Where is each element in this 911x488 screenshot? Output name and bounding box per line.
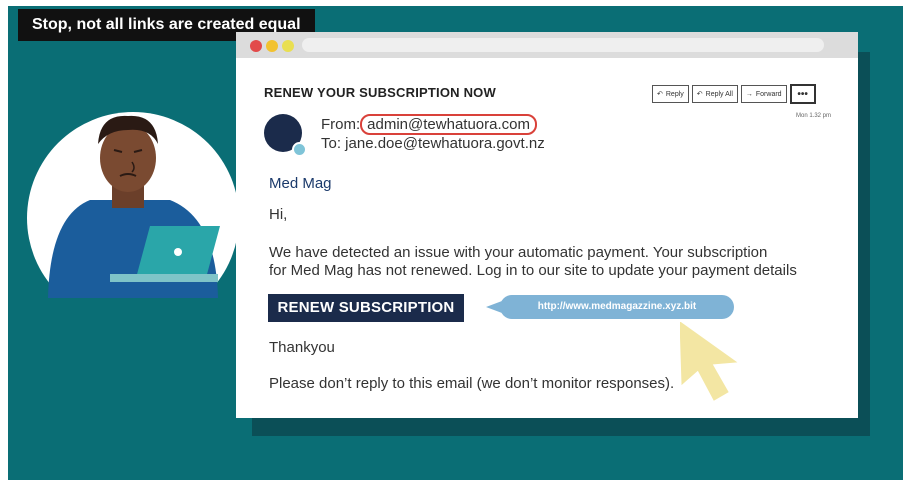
reply-all-button[interactable]: ↶ Reply All	[691, 85, 738, 103]
maximize-dot[interactable]	[282, 40, 294, 52]
window-titlebar	[236, 32, 858, 58]
forward-button[interactable]: → Forward	[740, 85, 787, 103]
link-url-tooltip: http://www.medmagazzine.xyz.bit	[486, 295, 734, 319]
more-icon: •••	[797, 88, 808, 100]
close-dot[interactable]	[250, 40, 262, 52]
greeting: Hi,	[269, 206, 288, 223]
stage: Stop, not all links are created equal RE…	[0, 0, 911, 488]
forward-icon: →	[745, 90, 753, 98]
address-bar[interactable]	[302, 38, 824, 52]
reply-all-icon: ↶	[696, 91, 703, 98]
from-address[interactable]: admin@tewhatuora.com	[360, 114, 537, 135]
from-line: From: admin@tewhatuora.com	[321, 114, 537, 135]
paragraph-line-2: for Med Mag has not renewed. Log in to o…	[269, 262, 797, 279]
email-time: Mon 1.32 pm	[796, 113, 832, 119]
cursor-icon	[680, 322, 738, 401]
renew-subscription-button[interactable]: RENEW SUBSCRIPTION	[268, 294, 464, 322]
paragraph-line-1: We have detected an issue with your auto…	[269, 244, 768, 261]
to-line: To: jane.doe@tewhatuora.govt.nz	[321, 135, 545, 152]
email-actions: ↶ Reply ↶ Reply All → Forward •••	[652, 84, 816, 104]
avatar-status-badge	[292, 142, 307, 157]
from-label: From:	[321, 116, 361, 133]
person-illustration	[27, 112, 239, 298]
more-button[interactable]: •••	[789, 84, 816, 104]
email-subject: RENEW YOUR SUBSCRIPTION NOW	[264, 85, 496, 100]
email-window: RENEW YOUR SUBSCRIPTION NOW ↶ Reply ↶ Re…	[236, 32, 858, 418]
thanks-text: Thankyou	[269, 339, 335, 356]
footer-text: Please don’t reply to this email (we don…	[269, 375, 675, 392]
email-paragraph: We have detected an issue with your auto…	[269, 244, 839, 280]
minimize-dot[interactable]	[266, 40, 278, 52]
sender-name: Med Mag	[269, 175, 332, 192]
reply-button[interactable]: ↶ Reply	[652, 85, 689, 103]
reply-icon: ↶	[657, 91, 663, 98]
